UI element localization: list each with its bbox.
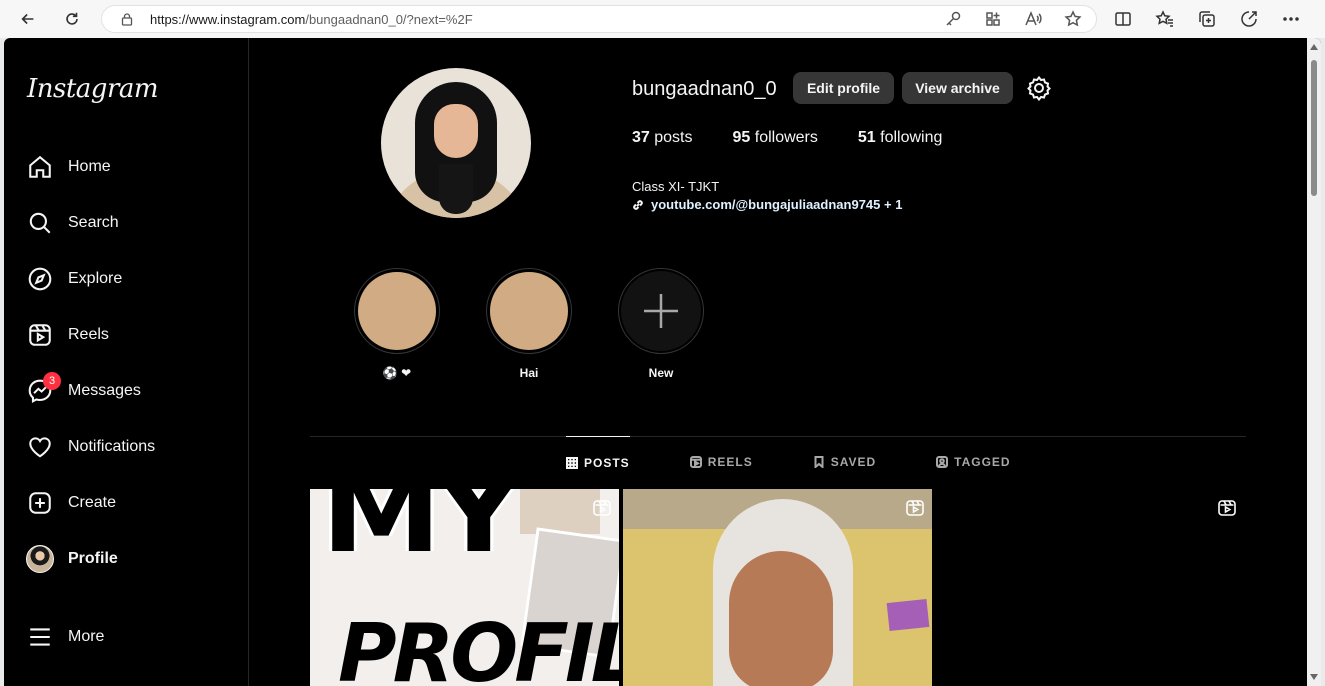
post-text: PROFILE: [338, 607, 619, 686]
sidebar-item-messages[interactable]: 3 Messages: [16, 367, 236, 415]
tab-posts[interactable]: POSTS: [566, 436, 630, 488]
reels-icon: [689, 456, 702, 468]
instagram-logo[interactable]: Instagram: [27, 74, 159, 104]
instagram-page: Instagram Home Search Explore Reels 3 Me…: [4, 38, 1321, 686]
sidebar-item-search[interactable]: Search: [16, 199, 236, 247]
sidebar-item-explore[interactable]: Explore: [16, 255, 236, 303]
url-text: https://www.instagram.com/bungaadnan0_0/…: [150, 11, 473, 27]
posts-count: 37 posts: [632, 129, 693, 146]
sidebar-item-create[interactable]: Create: [16, 479, 236, 527]
home-icon: [16, 143, 64, 191]
reel-indicator-icon: [906, 499, 924, 517]
browser-toolbar: https://www.instagram.com/bungaadnan0_0/…: [0, 0, 1325, 38]
profile-picture[interactable]: [381, 68, 531, 218]
plus-square-icon: [16, 479, 64, 527]
highlight-label: Hai: [519, 366, 539, 380]
back-button[interactable]: [14, 5, 42, 33]
post-grid: MY PROFILE: [310, 489, 932, 686]
scroll-down-arrow[interactable]: [1310, 674, 1318, 680]
bookmark-icon: [814, 456, 824, 468]
sidebar: Instagram Home Search Explore Reels 3 Me…: [4, 38, 249, 686]
unread-badge: 3: [43, 372, 61, 390]
sidebar-item-label: Messages: [68, 382, 141, 399]
scroll-up-arrow[interactable]: [1310, 44, 1318, 50]
more-icon[interactable]: [1281, 9, 1301, 29]
tab-reels[interactable]: REELS: [689, 436, 753, 488]
new-highlight-button[interactable]: New: [618, 268, 704, 380]
sidebar-item-label: Reels: [68, 326, 109, 343]
highlight-cover: [358, 272, 436, 350]
gear-icon: [1027, 75, 1051, 102]
view-archive-button[interactable]: View archive: [902, 72, 1013, 104]
link-icon: [633, 199, 643, 210]
avatar: [26, 545, 54, 573]
reel-indicator-icon[interactable]: [1218, 499, 1236, 517]
apps-icon[interactable]: [984, 10, 1002, 28]
highlight-label: New: [648, 366, 674, 380]
address-bar[interactable]: https://www.instagram.com/bungaadnan0_0/…: [101, 5, 1097, 33]
split-screen-icon[interactable]: [1113, 9, 1133, 29]
settings-button[interactable]: [1026, 75, 1052, 102]
profile-link[interactable]: youtube.com/@bungajuliaadnan9745 + 1: [632, 197, 902, 212]
story-highlight[interactable]: Hai: [486, 268, 572, 380]
sidebar-item-profile[interactable]: Profile: [16, 535, 236, 583]
reel-indicator-icon: [593, 499, 611, 517]
sidebar-item-more[interactable]: More: [16, 613, 236, 661]
post-thumbnail[interactable]: [623, 489, 932, 686]
highlight-label: ⚽ ❤: [382, 366, 412, 380]
sidebar-item-label: More: [68, 628, 105, 645]
profile-main: bungaadnan0_0 Edit profile View archive …: [250, 38, 1310, 686]
arrow-left-icon: [21, 13, 34, 25]
page-scrollbar[interactable]: [1307, 38, 1321, 686]
star-icon[interactable]: [1064, 10, 1082, 28]
grid-icon: [566, 456, 578, 469]
plus-icon: [644, 294, 678, 328]
refresh-button[interactable]: [58, 5, 86, 33]
story-highlight[interactable]: ⚽ ❤: [354, 268, 440, 380]
post-thumbnail[interactable]: MY PROFILE: [310, 489, 619, 686]
lock-icon: [121, 13, 133, 26]
scrollbar-thumb[interactable]: [1311, 60, 1317, 196]
highlight-cover: [490, 272, 568, 350]
compass-icon: [16, 255, 64, 303]
heart-icon: [16, 423, 64, 471]
refresh-icon: [66, 12, 78, 25]
reels-icon: [16, 311, 64, 359]
profile-stats: 37 posts 95 followers 51 following: [632, 129, 982, 147]
profile-tabs: POSTS REELS SAVED TAGGED: [566, 436, 1011, 488]
sidebar-item-label: Explore: [68, 270, 123, 287]
sidebar-item-label: Home: [68, 158, 111, 175]
sidebar-item-label: Profile: [68, 550, 118, 567]
following-link[interactable]: 51 following: [858, 129, 943, 147]
favorites-icon[interactable]: [1155, 9, 1175, 29]
sidebar-item-label: Create: [68, 494, 117, 511]
profile-bio: Class XI- TJKT: [632, 179, 720, 194]
messenger-icon: 3: [16, 367, 64, 415]
tab-saved[interactable]: SAVED: [813, 436, 876, 488]
followers-link[interactable]: 95 followers: [733, 129, 818, 147]
read-aloud-icon[interactable]: [1024, 10, 1042, 28]
post-text: MY: [321, 489, 522, 577]
sidebar-item-home[interactable]: Home: [16, 143, 236, 191]
key-icon[interactable]: [944, 10, 962, 28]
edit-profile-button[interactable]: Edit profile: [793, 72, 894, 104]
sidebar-item-label: Search: [68, 214, 119, 231]
profile-username: bungaadnan0_0: [632, 78, 777, 100]
extensions-icon[interactable]: [1239, 9, 1259, 29]
collections-icon[interactable]: [1197, 9, 1217, 29]
sidebar-item-reels[interactable]: Reels: [16, 311, 236, 359]
menu-icon: [16, 613, 64, 661]
tag-user-icon: [936, 456, 949, 468]
search-icon: [16, 199, 64, 247]
sidebar-item-notifications[interactable]: Notifications: [16, 423, 236, 471]
sidebar-item-label: Notifications: [68, 438, 156, 455]
tab-tagged[interactable]: TAGGED: [936, 436, 1010, 488]
